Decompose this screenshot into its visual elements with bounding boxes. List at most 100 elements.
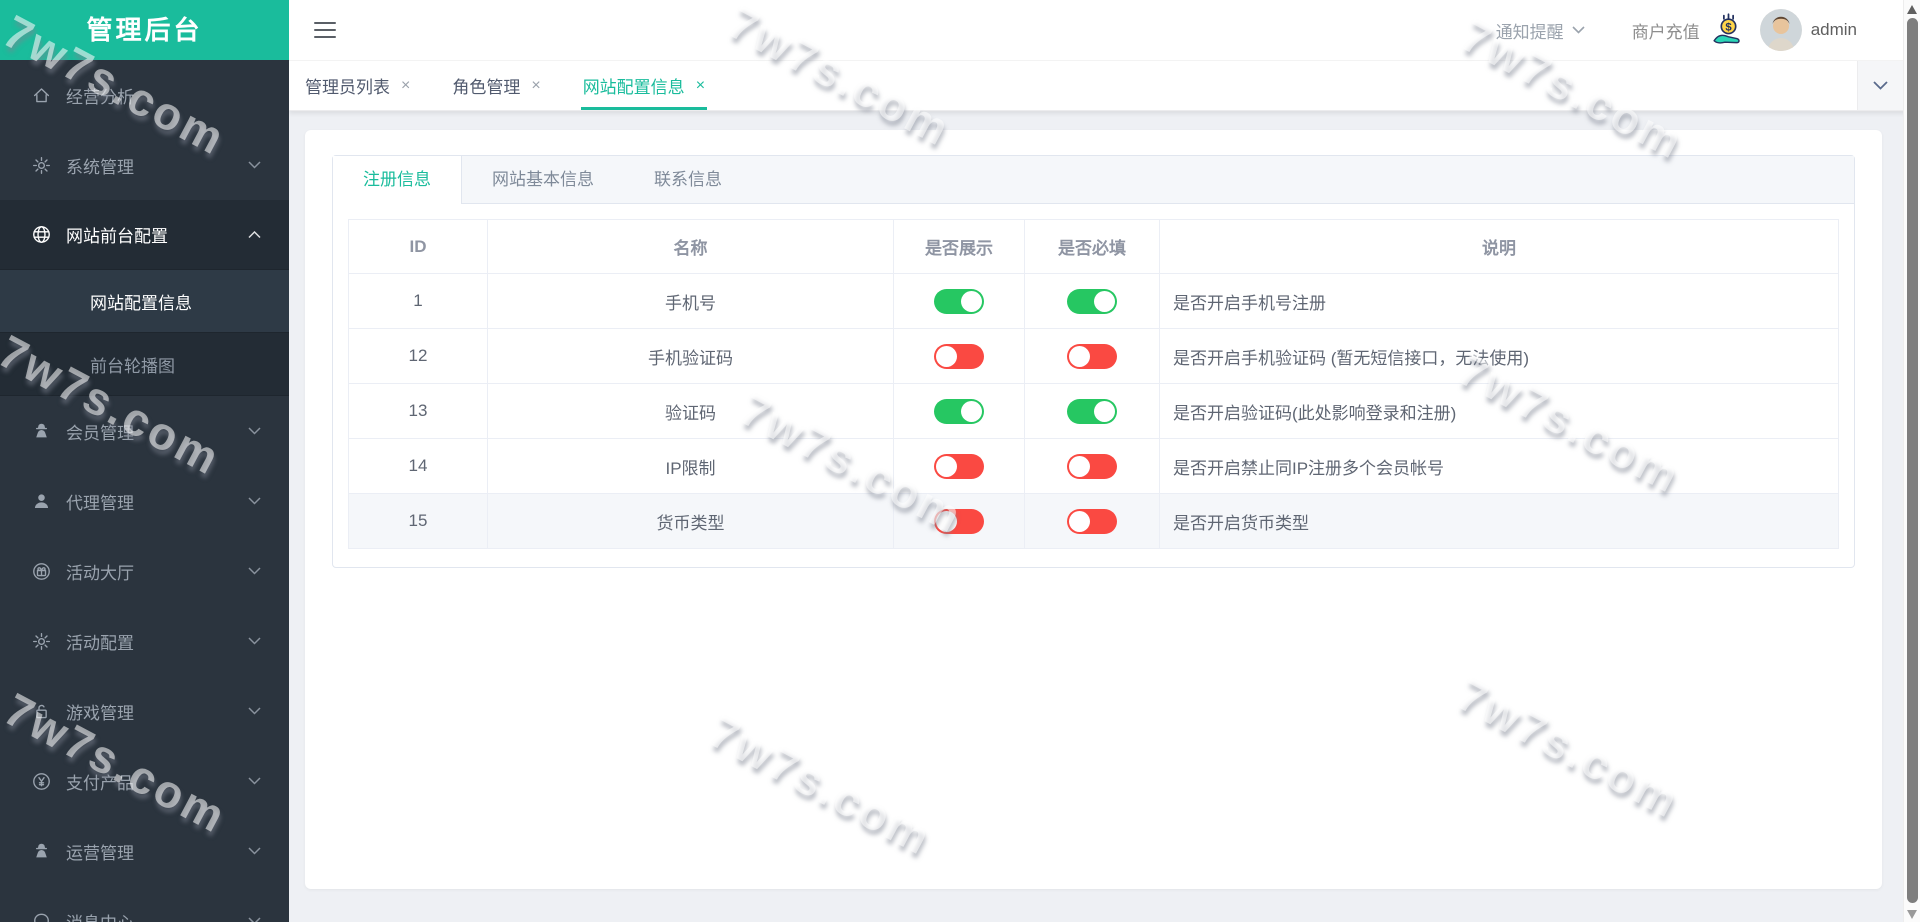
cell-required [1024,328,1160,384]
content-panel: 注册信息 网站基本信息 联系信息 ID 名称 是否展示 是否必填 说明 1 手机号 是否开启手机… [305,130,1882,889]
switch-knob [1069,510,1090,532]
sidebar-item-label: 系统管理 [66,157,134,177]
scroll-down-arrow[interactable] [1907,910,1917,919]
sidebar-item-label: 活动配置 [66,633,134,653]
switch-knob [1069,345,1090,367]
toggle-switch-on[interactable] [1067,288,1117,314]
sidebar-subitem-frontend-carousel[interactable]: 前台轮播图 [0,333,289,396]
operations-icon [32,842,51,861]
cell-name: 手机验证码 [487,328,894,384]
sidebar-item-site-frontend-config[interactable]: 网站前台配置 [0,200,289,270]
chevron-down-icon [248,777,261,785]
cell-required [1024,383,1160,439]
sidebar-item-activity-config[interactable]: 活动配置 [0,606,289,676]
main-content: 注册信息 网站基本信息 联系信息 ID 名称 是否展示 是否必填 说明 1 手机号 是否开启手机… [289,111,1920,922]
merchant-recharge-button[interactable]: 商户充值 $ [1632,12,1747,49]
sidebar-item-label: 活动大厅 [66,563,134,583]
table-row: 14 IP限制 是否开启禁止同IP注册多个会员帐号 [348,438,1839,494]
toggle-switch-on[interactable] [934,398,984,424]
notification-dropdown[interactable]: 通知提醒 [1496,18,1585,43]
cell-name: 验证码 [487,383,894,439]
chevron-down-icon [248,161,261,169]
card-tab-label: 网站基本信息 [492,170,594,189]
table-row: 12 手机验证码 是否开启手机验证码 (暂无短信接口，无法使用) [348,328,1839,384]
tab-close-icon[interactable]: × [401,77,410,94]
chevron-down-icon [1572,26,1585,34]
home-icon [32,86,51,105]
chevron-down-icon [248,427,261,435]
cell-name: 货币类型 [487,493,894,549]
cell-description: 是否开启手机验证码 (暂无短信接口，无法使用) [1159,328,1839,384]
vertical-scrollbar[interactable] [1903,0,1920,922]
sidebar: 管理后台 经营分析系统管理网站前台配置 网站配置信息 前台轮播图 会员管理代理管理活动… [0,0,289,922]
hamburger-menu-icon[interactable] [314,22,336,38]
config-tabs-card: 注册信息 网站基本信息 联系信息 ID 名称 是否展示 是否必填 说明 1 手机号 是否开启手机… [332,155,1855,568]
sidebar-item-system-management[interactable]: 系统管理 [0,130,289,200]
table-header-row: ID 名称 是否展示 是否必填 说明 [348,219,1839,274]
sidebar-item-operations-management[interactable]: 运营管理 [0,816,289,886]
sidebar-item-member-management[interactable]: 会员管理 [0,396,289,466]
avatar-photo [1759,9,1802,51]
toggle-switch-off[interactable] [1067,453,1117,479]
table-row: 1 手机号 是否开启手机号注册 [348,273,1839,329]
card-tab-2[interactable]: 联系信息 [624,156,752,203]
member-icon [32,422,51,441]
sidebar-item-label: 游戏管理 [66,703,134,723]
switch-knob [961,400,982,422]
coin-in-hand-icon: $ [1713,12,1740,44]
tab-close-icon[interactable]: × [531,77,540,94]
column-header: 是否展示 [893,219,1025,274]
page-tabbar: 管理员列表 × 角色管理 × 网站配置信息 × [289,61,1920,111]
toggle-switch-off[interactable] [1067,343,1117,369]
page-tabs: 管理员列表 × 角色管理 × 网站配置信息 × [305,61,747,110]
page-tab-0[interactable]: 管理员列表 × [305,61,410,110]
sidebar-item-message-center[interactable]: 消息中心 [0,886,289,922]
cell-id: 13 [348,383,488,439]
scroll-up-arrow[interactable] [1907,5,1917,14]
cell-id: 15 [348,493,488,549]
column-header: ID [348,219,488,274]
tabs-collapse-button[interactable] [1857,61,1903,110]
cell-description: 是否开启手机号注册 [1159,273,1839,329]
switch-knob [936,510,957,532]
tab-close-icon[interactable]: × [696,77,705,94]
sidebar-item-label: 代理管理 [66,493,134,513]
toggle-switch-off[interactable] [934,343,984,369]
toggle-switch-off[interactable] [934,453,984,479]
config-table: ID 名称 是否展示 是否必填 说明 1 手机号 是否开启手机号注册 12 手机验证码 是否开启手… [348,219,1839,549]
avatar[interactable] [1759,9,1802,51]
toggle-switch-off[interactable] [1067,508,1117,534]
activity-hall-icon [32,562,51,581]
sidebar-item-business-analysis[interactable]: 经营分析 [0,60,289,130]
chevron-down-icon [248,567,261,575]
switch-knob [936,455,957,477]
card-tab-1[interactable]: 网站基本信息 [462,156,624,203]
cell-description: 是否开启货币类型 [1159,493,1839,549]
sidebar-item-activity-hall[interactable]: 活动大厅 [0,536,289,606]
config-card-tabs: 注册信息 网站基本信息 联系信息 [333,156,1854,204]
cell-id: 14 [348,438,488,494]
app-logo: 管理后台 [0,0,289,60]
page-tab-2[interactable]: 网站配置信息 × [580,61,708,110]
sidebar-item-agent-management[interactable]: 代理管理 [0,466,289,536]
column-header: 说明 [1159,219,1839,274]
sidebar-item-payment-products[interactable]: 支付产品 [0,746,289,816]
toggle-switch-off[interactable] [934,508,984,534]
scrollbar-thumb[interactable] [1907,18,1918,903]
chevron-down-icon [248,847,261,855]
chevron-down-icon [248,637,261,645]
page-tab-label: 角色管理 [452,78,521,97]
column-header: 名称 [487,219,894,274]
sidebar-subitem-site-config-info[interactable]: 网站配置信息 [0,270,289,333]
page-tab-1[interactable]: 角色管理 × [452,61,540,110]
chevron-down-icon [248,497,261,505]
card-tab-0[interactable]: 注册信息 [333,156,462,204]
toggle-switch-on[interactable] [1067,398,1117,424]
top-header: 通知提醒 商户充值 $ admin [289,0,1920,61]
username[interactable]: admin [1811,20,1857,40]
sidebar-item-label: 消息中心 [66,909,134,922]
chevron-down-icon [248,917,261,922]
sidebar-item-game-management[interactable]: 游戏管理 [0,676,289,746]
cell-required [1024,438,1160,494]
toggle-switch-on[interactable] [934,288,984,314]
